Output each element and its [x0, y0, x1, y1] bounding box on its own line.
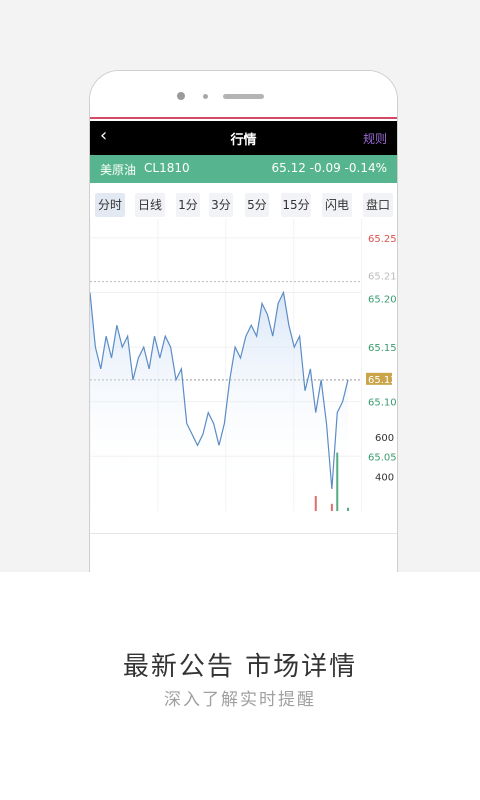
page-title: 行情	[230, 133, 257, 148]
price-tick-label: 65.25	[368, 234, 397, 245]
phone-top-bezel	[90, 71, 397, 119]
price-tick-label: 65.10	[368, 398, 397, 409]
period-tabs: 分时 日线 1分 3分 5分 15分 闪电 盘口	[90, 191, 397, 219]
price-tick-label: 65.05	[368, 452, 397, 463]
divider	[90, 533, 397, 534]
price-tick-label: 65.20	[368, 295, 397, 306]
phone-frame: ‹ 行情 规则 美原油 CL1810 65.12 -0.09 -0.14% 分时…	[89, 70, 398, 572]
quote-bar: 美原油 CL1810 65.12 -0.09 -0.14%	[90, 155, 397, 183]
instrument-code: CL1810	[144, 161, 190, 175]
sensor-dot	[203, 94, 208, 99]
tab-15min[interactable]: 15分	[281, 193, 311, 217]
tab-flash[interactable]: 闪电	[322, 193, 352, 217]
price-tick-label: 65.21	[368, 272, 397, 283]
volume-bar	[347, 507, 349, 511]
price-tick-label: 65.15	[368, 343, 397, 354]
price-change-summary: 65.12 -0.09 -0.14%	[271, 161, 387, 175]
volume-bar	[330, 503, 333, 511]
tab-3min[interactable]: 3分	[209, 193, 233, 217]
tab-daily[interactable]: 日线	[135, 193, 165, 217]
price-area	[90, 292, 348, 489]
volume-tick-label: 400	[375, 472, 394, 483]
tab-intraday[interactable]: 分时	[95, 193, 125, 217]
current-price-label: 65.12	[368, 375, 397, 386]
volume-bar	[336, 452, 339, 511]
instrument-name: 美原油	[100, 163, 137, 177]
promo-subtitle: 深入了解实时提醒	[164, 690, 316, 710]
promo-title: 最新公告 市场详情	[122, 652, 358, 682]
camera-dot	[177, 92, 185, 100]
rules-link[interactable]: 规则	[363, 130, 387, 147]
speaker-grille	[223, 94, 264, 99]
app-navbar: ‹ 行情 规则	[90, 121, 397, 155]
tab-orderbook[interactable]: 盘口	[363, 193, 393, 217]
intraday-chart[interactable]: 65.25 65.21 65.20 65.15 65.12 65.10 65.05 600 40…	[90, 219, 397, 511]
tab-5min[interactable]: 5分	[245, 193, 269, 217]
tab-1min[interactable]: 1分	[176, 193, 200, 217]
volume-bar	[314, 495, 317, 511]
volume-tick-label: 600	[375, 433, 394, 444]
